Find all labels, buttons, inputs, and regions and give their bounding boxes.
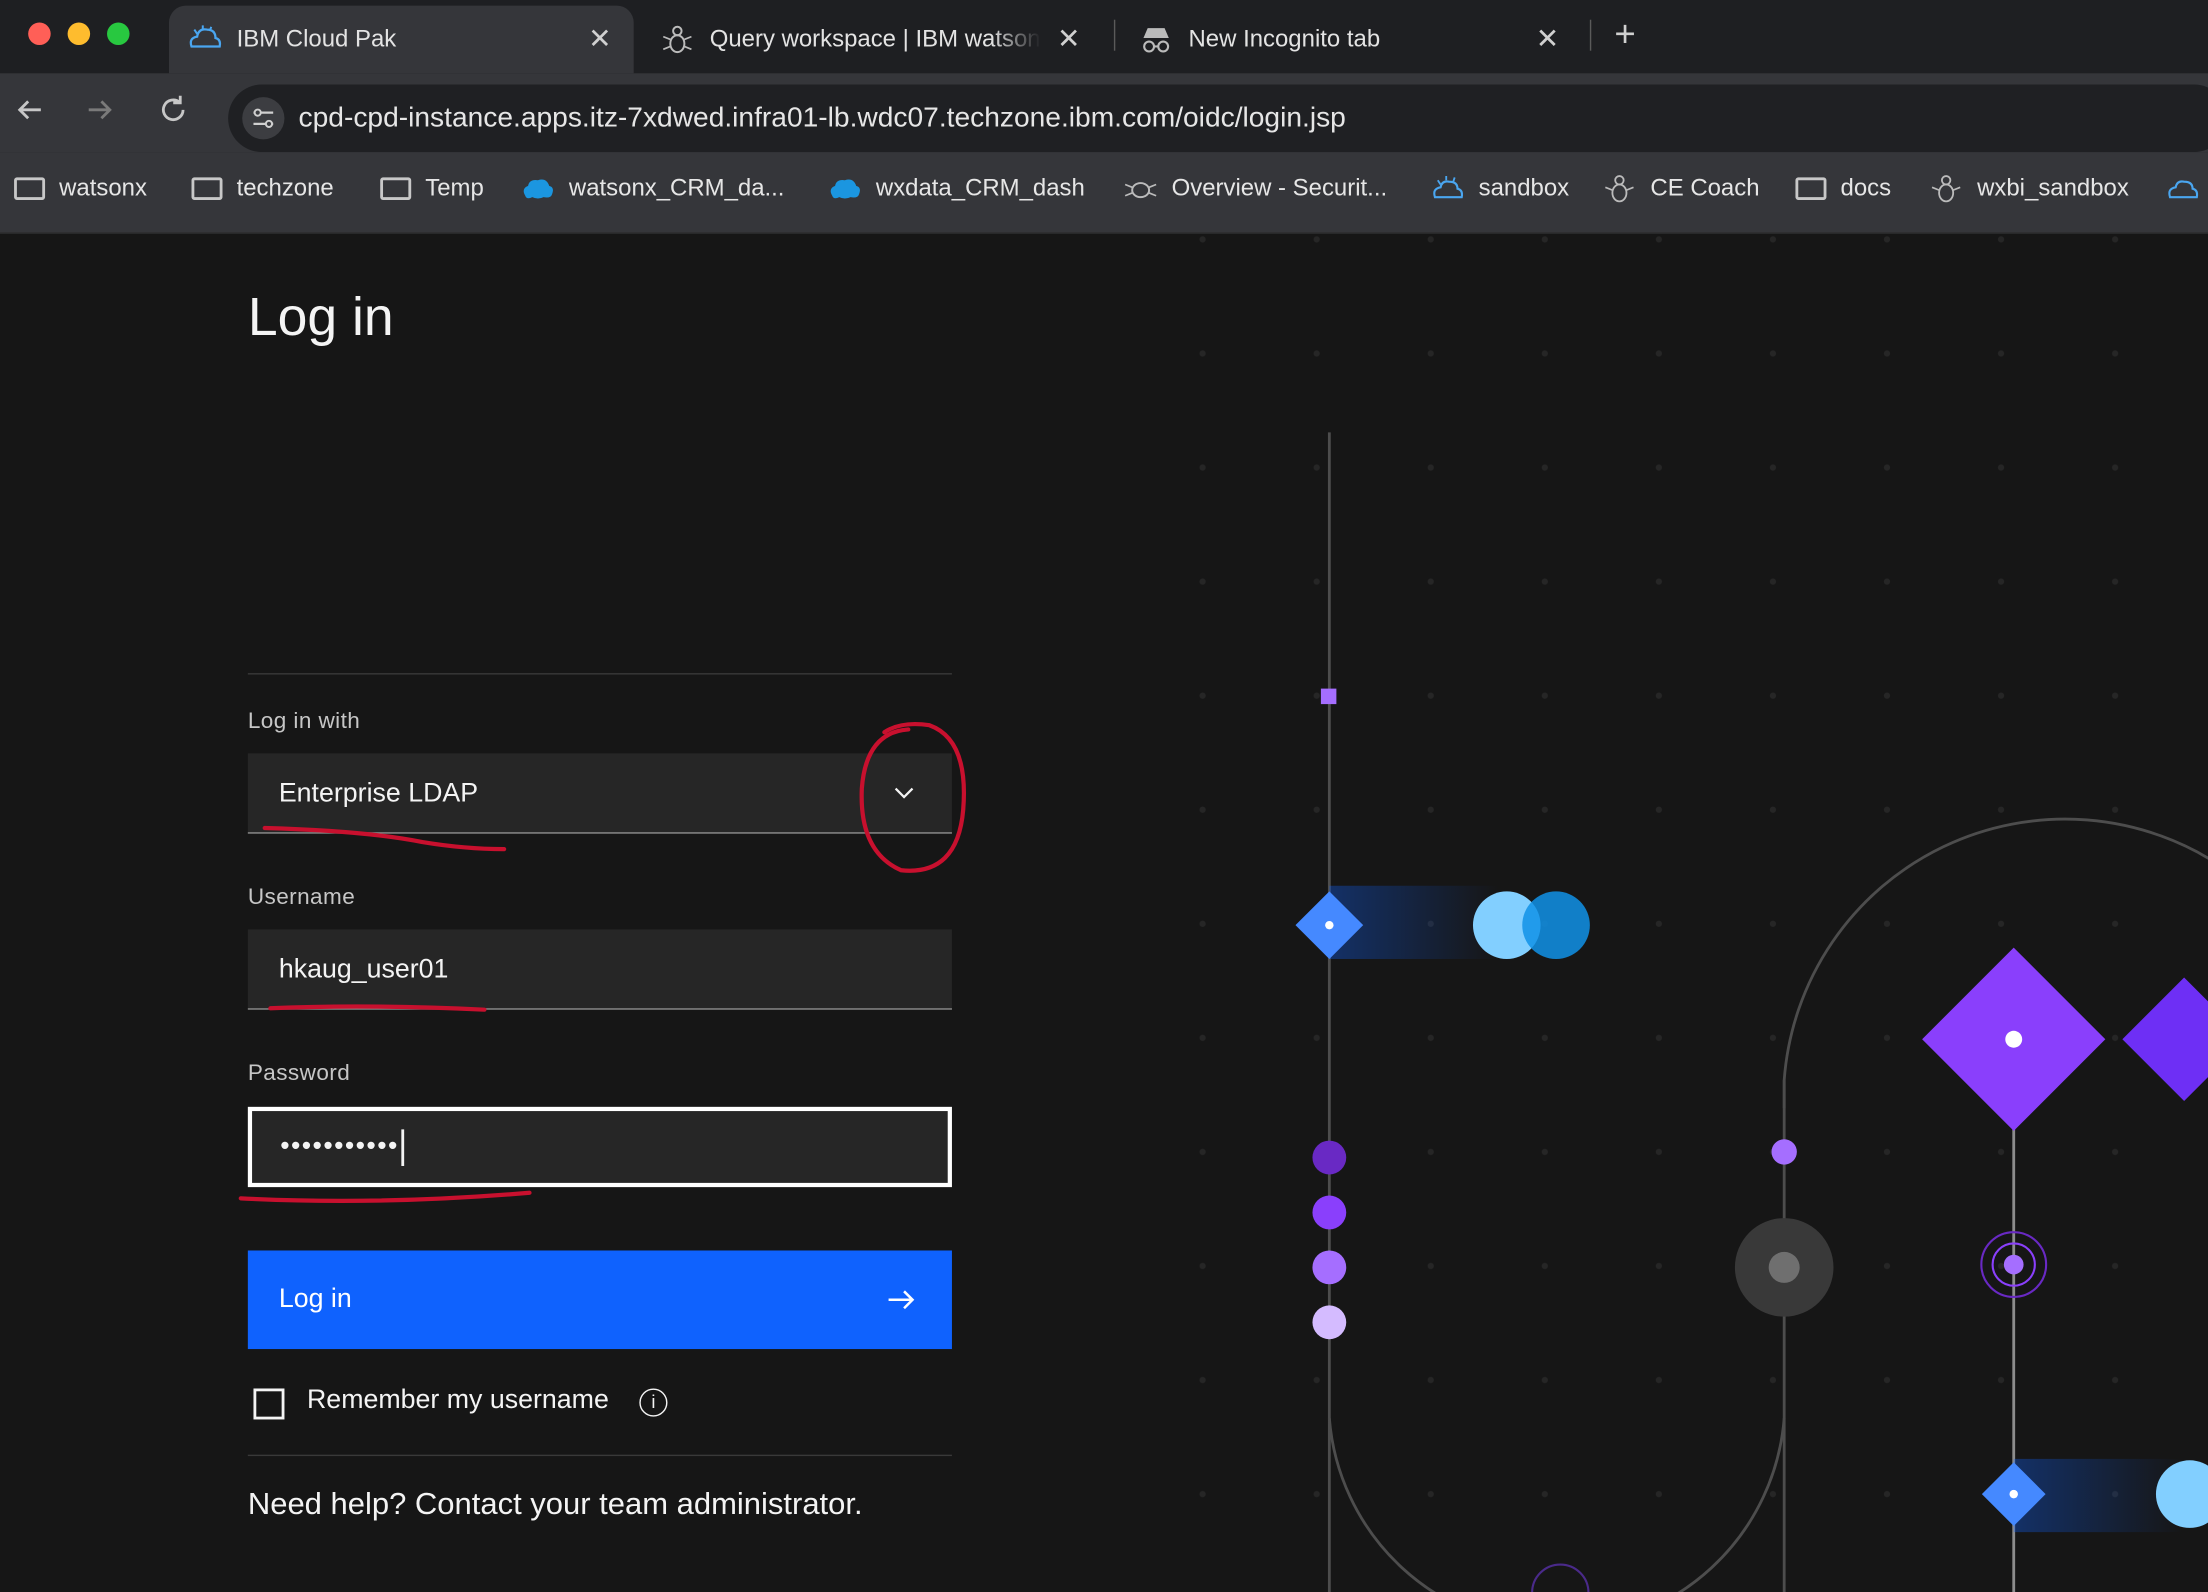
help-text: Need help? Contact your team administrat… <box>247 1485 863 1521</box>
divider <box>247 1454 952 1457</box>
decorative-illustration <box>1112 235 2208 1592</box>
bookmark-label: techzone <box>236 174 334 202</box>
forward-button[interactable] <box>79 93 121 135</box>
address-bar[interactable]: cpd-cpd-instance.apps.itz-7xdwed.infra01… <box>228 84 2208 153</box>
bookmark-label: watsonx <box>59 174 147 202</box>
tab-label: Query workspace | IBM watsonx <box>709 25 1041 53</box>
arrow-right-icon <box>88 100 112 120</box>
reload-icon <box>161 95 185 122</box>
bookmark-watsonx-crm[interactable]: watsonx_CRM_da... <box>521 175 784 203</box>
bookmark-label: wxdata_CRM_dash <box>875 174 1085 202</box>
bookmark-sandbox[interactable]: sandbox <box>1431 175 1569 203</box>
bookmarks-bar: watsonx techzone Temp watsonx_CRM_da... … <box>0 152 2208 234</box>
new-tab-button[interactable]: + <box>1605 14 1644 53</box>
incognito-icon <box>1143 28 1170 53</box>
bookmark-temp[interactable]: Temp <box>380 175 484 203</box>
tab-new-incognito[interactable]: New Incognito tab ✕ <box>1124 6 1582 74</box>
close-tab-icon[interactable]: ✕ <box>1052 23 1086 57</box>
bee-icon <box>1605 175 1634 203</box>
tab-separator <box>1113 19 1116 51</box>
browser-toolbar: cpd-cpd-instance.apps.itz-7xdwed.infra01… <box>0 73 2208 153</box>
ibm-cloud-icon <box>1433 176 1464 199</box>
salesforce-cloud-icon <box>830 179 860 199</box>
folder-icon <box>1795 177 1827 200</box>
bookmark-label: CE Coach <box>1650 174 1760 202</box>
watsonx-bee-icon <box>662 25 692 54</box>
bookmark-label: Temp <box>425 174 484 202</box>
bookmark-label: docs <box>1840 174 1892 202</box>
remember-username-checkbox[interactable] <box>253 1388 285 1420</box>
bookmark-techzone[interactable]: techzone <box>191 174 334 203</box>
tab-query-workspace[interactable]: Query workspace | IBM watsonx ✕ <box>645 6 1103 74</box>
bookmark-wxdata-crm[interactable]: wxdata_CRM_dash <box>828 175 1085 203</box>
bookmark-watsonx[interactable]: watsonx <box>14 175 147 203</box>
password-field[interactable]: ••••••••••• <box>247 1106 952 1188</box>
bookmark-label: wxbi_sandbox <box>1977 174 2129 202</box>
text-cursor <box>401 1129 405 1166</box>
bee-icon <box>1124 182 1157 199</box>
close-tab-icon[interactable]: ✕ <box>1531 23 1565 57</box>
username-label: Username <box>247 885 356 910</box>
bookmark-label: sandbox <box>1478 174 1570 202</box>
bookmark-label: Overview - Securit... <box>1171 174 1388 202</box>
bookmark-docs[interactable]: docs <box>1795 175 1891 203</box>
login-button[interactable]: Log in <box>247 1250 952 1350</box>
bookmark-overview-security[interactable]: Overview - Securit... <box>1124 175 1387 203</box>
maximize-window-button[interactable] <box>107 22 130 46</box>
ibm-cloud-icon <box>2168 180 2199 199</box>
login-button-label: Log in <box>278 1284 352 1314</box>
page-title: Log in <box>247 288 394 348</box>
reload-button[interactable] <box>152 93 194 135</box>
bee-icon <box>1931 175 1961 203</box>
bookmark-overflow[interactable] <box>2166 175 2208 203</box>
tab-label: IBM Cloud Pak <box>236 25 397 53</box>
salesforce-cloud-icon <box>523 179 553 199</box>
arrow-left-icon <box>17 100 41 120</box>
bookmark-ce-coach[interactable]: CE Coach <box>1603 175 1760 203</box>
info-icon[interactable]: i <box>639 1388 668 1417</box>
folder-icon <box>14 177 46 200</box>
minimize-window-button[interactable] <box>67 22 91 46</box>
folder-icon <box>191 177 223 200</box>
password-label: Password <box>247 1061 351 1086</box>
tab-separator <box>1589 19 1592 51</box>
remember-username-label[interactable]: Remember my username <box>307 1386 609 1417</box>
back-button[interactable] <box>8 93 50 135</box>
arrow-right-icon <box>888 1290 915 1310</box>
bookmark-wxbi-sandbox[interactable]: wxbi_sandbox <box>1929 175 2129 203</box>
chevron-down-icon <box>894 787 914 799</box>
username-value: hkaug_user01 <box>278 954 449 985</box>
tab-label: New Incognito tab <box>1188 25 1381 53</box>
login-method-value: Enterprise LDAP <box>278 778 479 809</box>
url-text: cpd-cpd-instance.apps.itz-7xdwed.infra01… <box>298 102 1346 134</box>
login-method-select[interactable]: Enterprise LDAP <box>247 753 952 834</box>
ibm-cloud-icon <box>189 25 222 48</box>
browser-tab-bar: IBM Cloud Pak ✕ Query workspace | IBM wa… <box>0 0 2208 74</box>
site-info-icon[interactable] <box>242 97 285 140</box>
divider <box>247 673 952 675</box>
close-tab-icon[interactable]: ✕ <box>583 23 617 57</box>
password-value: ••••••••••• <box>280 1132 399 1162</box>
tab-ibm-cloud-pak[interactable]: IBM Cloud Pak ✕ <box>168 5 634 74</box>
close-window-button[interactable] <box>28 22 51 46</box>
username-field[interactable]: hkaug_user01 <box>247 929 952 1010</box>
bookmark-label: watsonx_CRM_da... <box>568 174 785 202</box>
login-with-label: Log in with <box>247 709 361 734</box>
folder-icon <box>380 177 412 200</box>
